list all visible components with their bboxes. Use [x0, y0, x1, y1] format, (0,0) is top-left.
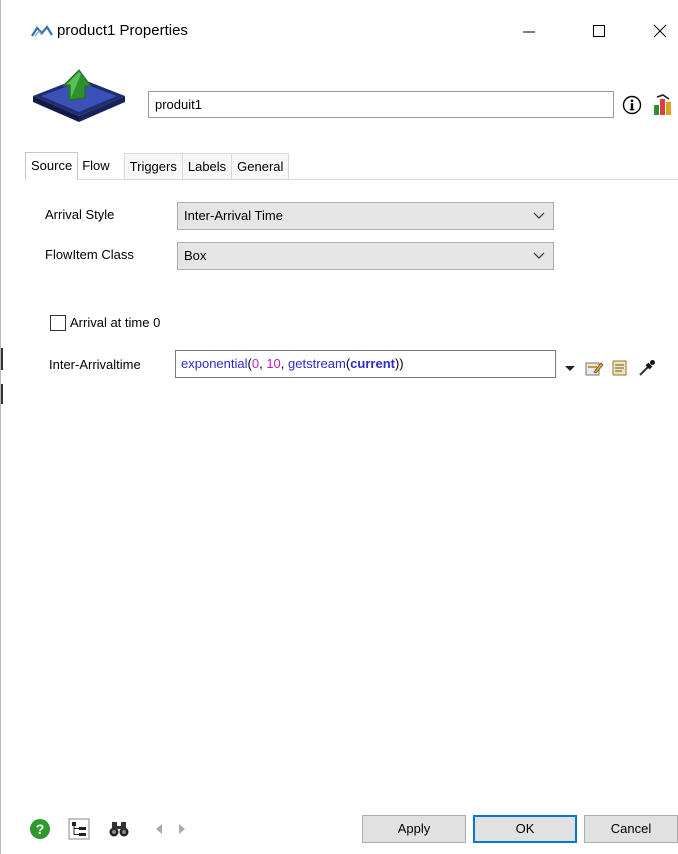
edit-properties-icon[interactable] — [584, 358, 604, 378]
eyedropper-icon[interactable] — [637, 358, 657, 378]
next-arrow-icon — [179, 824, 185, 834]
flowitem-class-select[interactable]: Box — [177, 242, 554, 270]
tree-view-icon[interactable] — [68, 818, 90, 840]
interarrival-time-code-field[interactable]: exponential(0, 10, getstream(current)) — [175, 350, 556, 378]
window-edge-marker — [1, 348, 3, 370]
arrival-style-value: Inter-Arrival Time — [184, 208, 283, 223]
chevron-down-icon — [533, 252, 545, 259]
maximize-button[interactable] — [576, 14, 622, 48]
properties-window: product1 Properties Source Flow — [0, 0, 678, 854]
window-title: product1 Properties — [57, 22, 188, 39]
svg-text:?: ? — [36, 821, 45, 837]
title-bar[interactable]: product1 Properties — [1, 0, 678, 60]
maximize-icon — [593, 25, 605, 37]
arrival-style-label: Arrival Style — [45, 207, 115, 222]
code-keyword: current — [350, 356, 395, 371]
tab-source[interactable]: Source — [25, 152, 79, 180]
chevron-down-icon — [533, 212, 545, 219]
flexsim-logo-icon — [31, 25, 53, 37]
arrival-at-time-zero-label: Arrival at time 0 — [70, 315, 161, 330]
tab-general[interactable]: General — [231, 153, 290, 180]
tab-bar: Source Flow Triggers Labels General — [25, 152, 290, 180]
cancel-button[interactable]: Cancel — [584, 815, 678, 843]
arrival-style-select[interactable]: Inter-Arrival Time — [177, 202, 554, 230]
close-button[interactable] — [637, 14, 678, 48]
code-separator: , — [280, 356, 289, 371]
close-icon — [653, 24, 667, 38]
tab-triggers[interactable]: Triggers — [123, 153, 183, 180]
info-icon[interactable] — [622, 95, 642, 115]
apply-button[interactable]: Apply — [362, 815, 466, 843]
tab-labels[interactable]: Labels — [181, 153, 233, 180]
code-number: 0 — [251, 356, 260, 371]
code-number: 10 — [266, 356, 281, 371]
source-object-icon — [33, 69, 125, 122]
arrival-at-time-zero-checkbox[interactable] — [50, 315, 66, 331]
interarrival-time-label: Inter-Arrivaltime — [49, 357, 141, 372]
help-icon[interactable]: ? — [29, 818, 51, 840]
code-edit-icon[interactable] — [610, 358, 630, 378]
previous-button[interactable] — [150, 818, 168, 840]
ok-button[interactable]: OK — [473, 815, 577, 843]
source-tab-panel — [25, 180, 678, 784]
tab-flow[interactable]: Flow — [77, 153, 114, 180]
code-function: getstream — [288, 356, 346, 371]
window-edge-marker — [1, 384, 3, 404]
object-name-input[interactable] — [148, 91, 614, 118]
binoculars-icon[interactable] — [108, 818, 130, 840]
minimize-button[interactable] — [506, 14, 552, 48]
flowitem-class-label: FlowItem Class — [45, 247, 134, 262]
code-function: exponential — [181, 356, 248, 371]
dropdown-arrow-icon[interactable] — [560, 358, 580, 378]
next-button[interactable] — [173, 818, 191, 840]
flowitem-class-value: Box — [184, 248, 207, 263]
code-paren: )) — [394, 356, 404, 371]
minimize-icon — [523, 31, 535, 33]
object-properties-icon[interactable] — [651, 93, 677, 117]
previous-arrow-icon — [156, 824, 162, 834]
